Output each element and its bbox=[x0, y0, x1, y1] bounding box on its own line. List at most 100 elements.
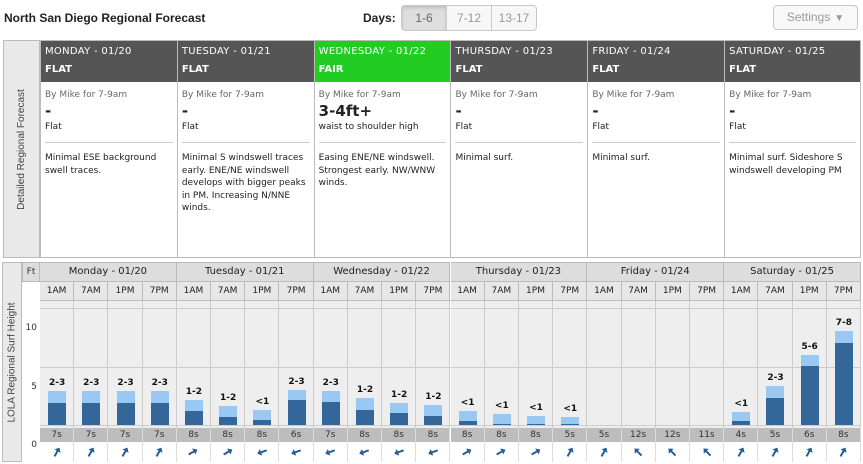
swell-period: 7s bbox=[142, 428, 177, 442]
forecast-author: By Mike for 7-9am bbox=[181, 90, 264, 100]
forecast-page: North San Diego Regional Forecast Days: … bbox=[0, 0, 863, 464]
forecast-day-2: WEDNESDAY - 01/22 FAIR By Mike for 7-9am 3-… bbox=[313, 41, 451, 257]
swell-period: 12s bbox=[655, 428, 690, 442]
swell-direction-arrow-icon bbox=[792, 442, 827, 462]
swell-direction-arrow-icon bbox=[518, 442, 554, 462]
chart-hour-label: 1AM bbox=[724, 282, 759, 301]
days-button-13-17[interactable]: 13-17 bbox=[491, 6, 536, 30]
surf-height-label: <1 bbox=[529, 402, 543, 413]
forecast-notes: Minimal surf. bbox=[592, 153, 650, 163]
surf-height-label: 1-2 bbox=[356, 385, 374, 396]
swell-direction-arrow-icon bbox=[655, 442, 690, 462]
grid-line bbox=[40, 308, 861, 309]
surf-bar bbox=[766, 386, 785, 425]
surf-bar-max bbox=[732, 412, 751, 422]
days-label: Days: bbox=[363, 11, 396, 25]
chart-day-header: Tuesday - 01/21 bbox=[176, 262, 314, 282]
surf-height-label: 2-3 bbox=[151, 378, 168, 389]
surf-bar-max bbox=[390, 402, 409, 414]
chart-column bbox=[655, 301, 690, 428]
chart-hour-label: 7PM bbox=[553, 282, 588, 301]
swell-period: 5s bbox=[587, 428, 622, 442]
surf-bar-min bbox=[321, 401, 340, 425]
chart-side-panel: LOLA Regional Surf Height bbox=[2, 262, 22, 462]
surf-bar-max bbox=[800, 354, 819, 367]
surf-height-chart: Ft 0 5 10 Monday - 01/20 Tuesday - 01/21 Wed… bbox=[22, 262, 861, 462]
surf-height-label: 2-3 bbox=[322, 378, 339, 389]
swell-period: 7s bbox=[74, 428, 109, 442]
forecast-author: By Mike for 7-9am bbox=[592, 90, 675, 100]
swell-direction-arrow-icon bbox=[40, 442, 75, 462]
swell-period: 8s bbox=[416, 428, 451, 442]
chart-hour-label: 1PM bbox=[792, 282, 827, 301]
swell-period: 6s bbox=[279, 428, 314, 442]
chart-hour-label: 7PM bbox=[689, 282, 725, 301]
surf-height-label: <1 bbox=[494, 401, 509, 412]
surf-bar-max bbox=[116, 391, 135, 403]
chart-day-header: Friday - 01/24 bbox=[587, 262, 725, 282]
swell-period: 5s bbox=[758, 428, 793, 442]
surf-bar bbox=[834, 331, 853, 425]
surf-bar bbox=[424, 405, 443, 425]
days-button-7-12[interactable]: 7-12 bbox=[446, 6, 491, 30]
surf-bar-max bbox=[355, 398, 374, 410]
forecast-date: WEDNESDAY - 01/22 bbox=[314, 41, 451, 63]
forecast-rating: FLAT bbox=[451, 63, 588, 82]
chart-hour-label: 7AM bbox=[484, 282, 519, 301]
divider bbox=[181, 142, 310, 143]
forecast-date: FRIDAY - 01/24 bbox=[588, 41, 725, 63]
surf-bar-max bbox=[253, 409, 272, 421]
swell-period: 8s bbox=[176, 428, 212, 442]
surf-bar-min bbox=[561, 423, 580, 425]
grid-line bbox=[40, 425, 861, 426]
chart-hour-label: 1AM bbox=[587, 282, 622, 301]
forecast-date: THURSDAY - 01/23 bbox=[451, 41, 588, 63]
surf-bar-min bbox=[82, 402, 101, 425]
grid-line bbox=[40, 366, 861, 368]
surf-height-label: <1 bbox=[460, 397, 475, 408]
chart-hour-label: 7PM bbox=[416, 282, 451, 301]
forecast-author: By Mike for 7-9am bbox=[318, 90, 401, 100]
settings-label: Settings bbox=[786, 10, 831, 24]
forecast-notes: Easing ENE/NE windswell. Strongest early… bbox=[318, 153, 436, 188]
surf-bar-max bbox=[766, 386, 785, 399]
chart-hour-label: 7AM bbox=[621, 282, 656, 301]
surf-height-label: 2-3 bbox=[288, 376, 305, 387]
days-button-1-6[interactable]: 1-6 bbox=[402, 6, 446, 30]
surf-height-label: 1-2 bbox=[220, 393, 237, 404]
swell-direction-arrow-icon bbox=[382, 442, 417, 462]
chart-day-header: Saturday - 01/25 bbox=[724, 262, 861, 282]
swell-period: 11s bbox=[689, 428, 725, 442]
forecast-day-0: MONDAY - 01/20 FLAT By Mike for 7-9am - Flat… bbox=[40, 41, 177, 257]
swell-direction-arrow-icon bbox=[826, 442, 861, 462]
chart-hour-label: 7AM bbox=[758, 282, 793, 301]
forecast-condition: Flat bbox=[45, 122, 62, 132]
swell-period: 8s bbox=[211, 428, 246, 442]
swell-period: 7s bbox=[313, 428, 348, 442]
surf-height-label: <1 bbox=[255, 396, 270, 407]
surf-bar bbox=[150, 391, 169, 425]
forecast-notes: Minimal S windswell traces early. ENE/NE… bbox=[181, 153, 306, 213]
surf-bar-min bbox=[184, 410, 203, 425]
settings-button[interactable]: Settings ▼ bbox=[773, 5, 858, 30]
forecast-rating: FLAT bbox=[725, 63, 860, 82]
forecast-table: MONDAY - 01/20 FLAT By Mike for 7-9am - Flat… bbox=[40, 40, 861, 258]
forecast-day-5: SATURDAY - 01/25 FLAT By Mike for 7-9am - Fl… bbox=[724, 41, 860, 257]
y-tick-label: 0 bbox=[31, 440, 37, 450]
surf-bar-max bbox=[527, 415, 546, 424]
divider bbox=[592, 142, 721, 143]
surf-bar-min bbox=[150, 402, 169, 425]
swell-direction-arrow-icon bbox=[689, 442, 725, 462]
surf-bar-max bbox=[492, 414, 511, 424]
chart-day-header: Wednesday - 01/22 bbox=[313, 262, 451, 282]
y-axis: 0 5 10 bbox=[22, 282, 40, 450]
surf-bar-max bbox=[150, 391, 169, 403]
surf-height-label: 1-2 bbox=[425, 392, 442, 403]
surf-bar bbox=[48, 391, 67, 425]
forecast-condition: Flat bbox=[181, 122, 199, 132]
swell-direction-arrow-icon bbox=[245, 442, 280, 462]
swell-period: 8s bbox=[826, 428, 861, 442]
surf-height-label: 7-8 bbox=[835, 318, 853, 329]
surf-bar-max bbox=[48, 391, 67, 403]
swell-direction-arrow-icon bbox=[142, 442, 177, 462]
